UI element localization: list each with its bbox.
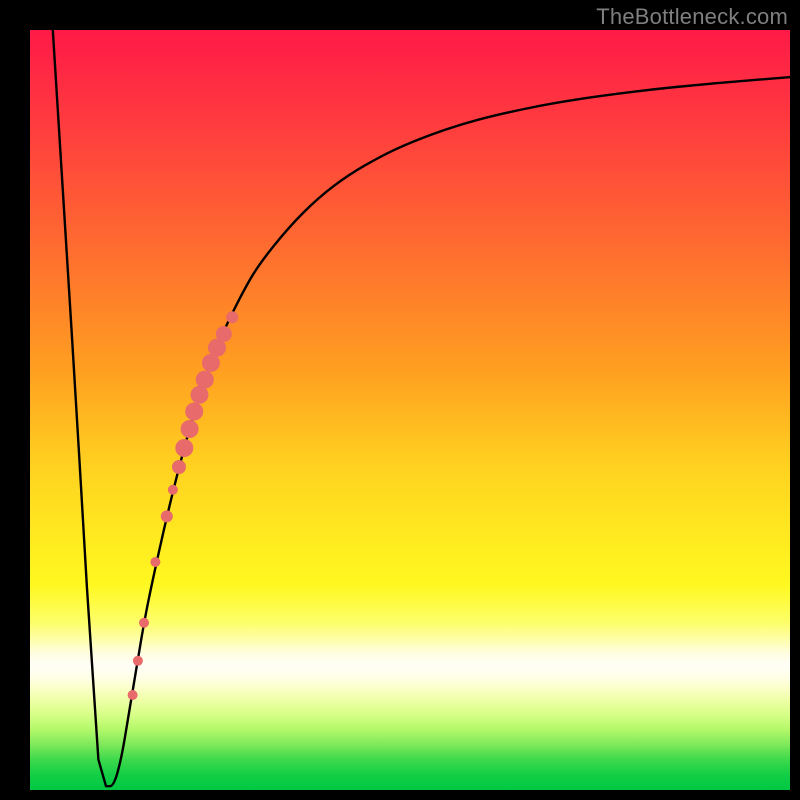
data-dot: [185, 403, 203, 421]
data-dot: [175, 439, 193, 457]
chart-svg: [30, 30, 790, 790]
data-dot: [150, 557, 160, 567]
bottleneck-curve: [53, 30, 790, 786]
data-dot: [168, 485, 178, 495]
data-dot: [161, 510, 173, 522]
data-dot: [216, 326, 232, 342]
data-dot: [226, 311, 238, 323]
plot-area: [30, 30, 790, 790]
chart-frame: TheBottleneck.com: [0, 0, 800, 800]
data-dots: [128, 311, 239, 700]
data-dot: [196, 371, 214, 389]
data-dot: [172, 460, 186, 474]
data-dot: [133, 656, 143, 666]
data-dot: [181, 420, 199, 438]
data-dot: [139, 618, 149, 628]
data-dot: [128, 690, 138, 700]
watermark-text: TheBottleneck.com: [596, 4, 788, 30]
